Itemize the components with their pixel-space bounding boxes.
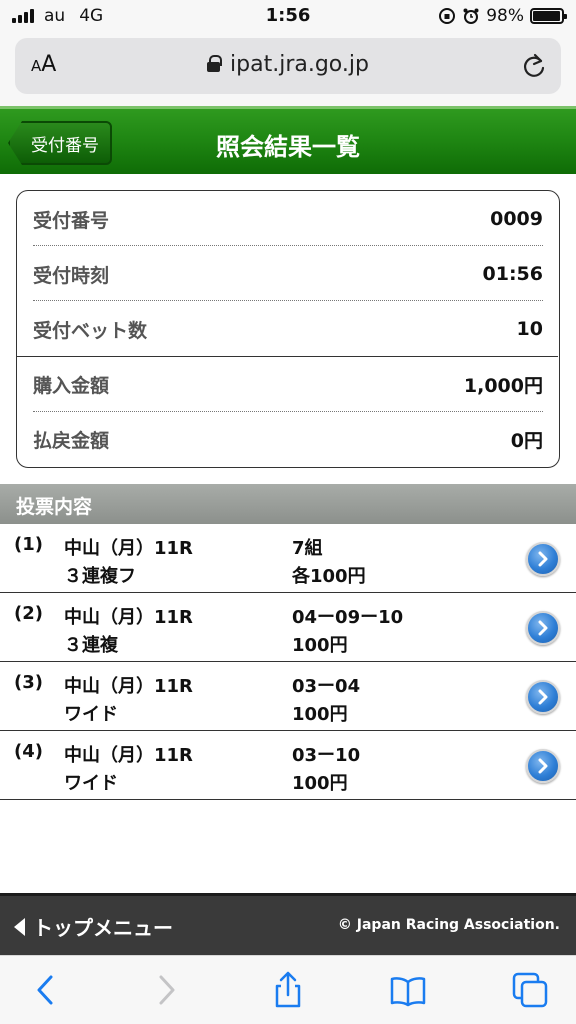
ticket-row[interactable]: (1) 中山（月）11R ３連複フ 7組 各100円 xyxy=(0,524,576,593)
triangle-left-icon xyxy=(14,917,25,936)
ticket-bet-type: ワイド xyxy=(64,704,118,725)
receipt-row-payout-amount: 払戻金額 0円 xyxy=(33,412,543,466)
ticket-amount: 各100円 xyxy=(292,566,366,587)
page-header: 受付番号 照会結果一覧 xyxy=(0,106,576,174)
back-button[interactable]: 受付番号 xyxy=(8,121,112,165)
receipt-label: 購入金額 xyxy=(33,374,110,397)
divider xyxy=(33,300,543,301)
chevron-right-icon[interactable] xyxy=(526,542,560,576)
ticket-race: 中山（月）11R xyxy=(64,676,193,697)
browser-address-area: AA ipat.jra.go.jp xyxy=(0,34,576,106)
ticket-combination: 04ー09ー10 xyxy=(292,607,404,628)
ticket-amount: 100円 xyxy=(292,635,348,656)
ticket-amount: 100円 xyxy=(292,704,348,725)
ticket-bet-type: ３連複フ xyxy=(64,566,136,587)
ticket-number: (2) xyxy=(14,603,43,624)
receipt-value: 0009 xyxy=(490,208,543,230)
address-bar[interactable]: AA ipat.jra.go.jp xyxy=(15,38,561,94)
url-display[interactable]: ipat.jra.go.jp xyxy=(15,52,561,77)
browser-toolbar xyxy=(0,955,576,1024)
alarm-icon xyxy=(463,8,479,24)
ticket-row[interactable]: (2) 中山（月）11R ３連複 04ー09ー10 100円 xyxy=(0,593,576,662)
back-arrow-icon[interactable] xyxy=(26,970,66,1010)
ticket-row[interactable]: (4) 中山（月）11R ワイド 03ー10 100円 xyxy=(0,731,576,800)
ticket-combination: 7組 xyxy=(292,538,323,559)
receipt-row-number: 受付番号 0009 xyxy=(33,192,543,246)
chevron-right-icon[interactable] xyxy=(526,611,560,645)
ticket-number: (3) xyxy=(14,672,43,693)
divider xyxy=(33,245,543,246)
receipt-label: 受付番号 xyxy=(33,209,110,232)
ticket-row[interactable]: (3) 中山（月）11R ワイド 03ー04 100円 xyxy=(0,662,576,731)
share-icon[interactable] xyxy=(268,970,308,1010)
receipt-label: 受付時刻 xyxy=(33,264,110,287)
ticket-combination: 03ー04 xyxy=(292,676,361,697)
battery-percent: 98% xyxy=(486,6,524,26)
orientation-lock-icon xyxy=(439,8,456,24)
top-menu-label: トップメニュー xyxy=(33,916,173,940)
ticket-number: (1) xyxy=(14,534,43,555)
ticket-race: 中山（月）11R xyxy=(64,538,193,559)
receipt-summary-card: 受付番号 0009 受付時刻 01:56 受付ベット数 10 購入金額 1,00… xyxy=(16,190,560,468)
page-title: 照会結果一覧 xyxy=(216,133,360,161)
ticket-combination: 03ー10 xyxy=(292,745,361,766)
forward-arrow-icon[interactable] xyxy=(146,970,186,1010)
chevron-right-icon[interactable] xyxy=(526,749,560,783)
receipt-label: 受付ベット数 xyxy=(33,319,148,342)
reload-icon[interactable] xyxy=(521,52,547,80)
receipt-value: 1,000円 xyxy=(463,374,543,397)
status-bar: au 4G 1:56 98% xyxy=(0,0,576,34)
section-header-bet-details: 投票内容 xyxy=(0,484,576,524)
lock-icon xyxy=(207,55,223,72)
ticket-race: 中山（月）11R xyxy=(64,745,193,766)
receipt-value: 0円 xyxy=(510,429,543,452)
ticket-bet-type: ワイド xyxy=(64,773,118,794)
chevron-right-icon[interactable] xyxy=(526,680,560,714)
ticket-amount: 100円 xyxy=(292,773,348,794)
url-text: ipat.jra.go.jp xyxy=(230,52,369,77)
receipt-label: 払戻金額 xyxy=(33,429,110,452)
top-menu-link[interactable]: トップメニュー xyxy=(14,912,173,941)
receipt-value: 01:56 xyxy=(482,263,543,285)
footer-bar: トップメニュー © Japan Racing Association. xyxy=(0,893,576,955)
battery-icon xyxy=(530,8,567,24)
ticket-number: (4) xyxy=(14,741,43,762)
copyright-text: © Japan Racing Association. xyxy=(337,917,560,933)
receipt-row-time: 受付時刻 01:56 xyxy=(33,247,543,301)
receipt-value: 10 xyxy=(516,318,543,340)
ticket-race: 中山（月）11R xyxy=(64,607,193,628)
status-right: 98% xyxy=(438,6,567,26)
receipt-row-purchase-amount: 購入金額 1,000円 xyxy=(33,357,543,411)
bookmarks-icon[interactable] xyxy=(388,970,428,1010)
ticket-bet-type: ３連複 xyxy=(64,635,118,656)
tabs-icon[interactable] xyxy=(510,970,550,1010)
receipt-row-bet-count: 受付ベット数 10 xyxy=(33,302,543,356)
